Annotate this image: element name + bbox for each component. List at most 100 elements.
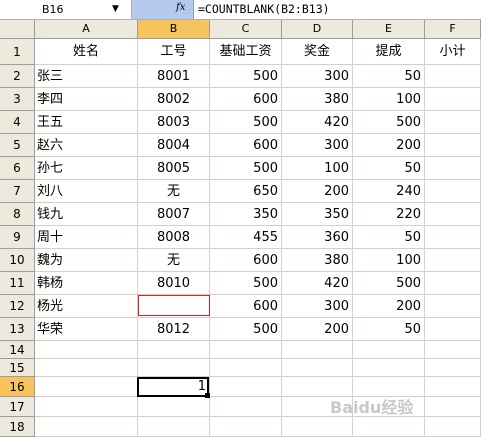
column-header-e[interactable]: E xyxy=(353,20,425,38)
row-header-3[interactable]: 3 xyxy=(0,88,35,111)
cell-a8[interactable]: 钱九 xyxy=(35,203,138,226)
cell-a4[interactable]: 王五 xyxy=(35,111,138,134)
cell-b14[interactable] xyxy=(138,341,210,359)
cell-c1[interactable]: 基础工资 xyxy=(210,39,282,65)
cell-e10[interactable]: 100 xyxy=(353,249,425,272)
cell-f10[interactable] xyxy=(425,249,481,272)
cell-c15[interactable] xyxy=(210,359,282,377)
cell-e18[interactable] xyxy=(353,417,425,437)
cell-e14[interactable] xyxy=(353,341,425,359)
cell-f4[interactable] xyxy=(425,111,481,134)
cell-c8[interactable]: 350 xyxy=(210,203,282,226)
cell-a2[interactable]: 张三 xyxy=(35,65,138,88)
cell-a16[interactable] xyxy=(35,377,138,397)
row-header-7[interactable]: 7 xyxy=(0,180,35,203)
cell-a9[interactable]: 周十 xyxy=(35,226,138,249)
select-all-corner[interactable] xyxy=(0,20,35,38)
row-header-12[interactable]: 12 xyxy=(0,295,35,318)
cell-d1[interactable]: 奖金 xyxy=(282,39,353,65)
cell-d7[interactable]: 200 xyxy=(282,180,353,203)
cell-b6[interactable]: 8005 xyxy=(138,157,210,180)
cell-d15[interactable] xyxy=(282,359,353,377)
cell-c17[interactable] xyxy=(210,397,282,417)
cell-f11[interactable] xyxy=(425,272,481,295)
cell-a14[interactable] xyxy=(35,341,138,359)
name-box[interactable]: B16 ▼ xyxy=(0,0,132,19)
cell-c9[interactable]: 455 xyxy=(210,226,282,249)
row-header-5[interactable]: 5 xyxy=(0,134,35,157)
chevron-down-icon[interactable]: ▼ xyxy=(112,4,119,14)
cell-d8[interactable]: 350 xyxy=(282,203,353,226)
cell-c5[interactable]: 600 xyxy=(210,134,282,157)
cell-a3[interactable]: 李四 xyxy=(35,88,138,111)
cell-f12[interactable] xyxy=(425,295,481,318)
row-header-10[interactable]: 10 xyxy=(0,249,35,272)
cell-f5[interactable] xyxy=(425,134,481,157)
column-header-a[interactable]: A xyxy=(35,20,138,38)
cell-f3[interactable] xyxy=(425,88,481,111)
cell-b5[interactable]: 8004 xyxy=(138,134,210,157)
cell-c18[interactable] xyxy=(210,417,282,437)
cell-b18[interactable] xyxy=(138,417,210,437)
cell-a7[interactable]: 刘八 xyxy=(35,180,138,203)
cell-f7[interactable] xyxy=(425,180,481,203)
cell-c6[interactable]: 500 xyxy=(210,157,282,180)
cell-f18[interactable] xyxy=(425,417,481,437)
cell-d9[interactable]: 360 xyxy=(282,226,353,249)
cell-b17[interactable] xyxy=(138,397,210,417)
cell-e15[interactable] xyxy=(353,359,425,377)
cell-c10[interactable]: 600 xyxy=(210,249,282,272)
cell-c7[interactable]: 650 xyxy=(210,180,282,203)
cell-b15[interactable] xyxy=(138,359,210,377)
row-header-1[interactable]: 1 xyxy=(0,39,35,65)
cell-e6[interactable]: 50 xyxy=(353,157,425,180)
cell-e9[interactable]: 50 xyxy=(353,226,425,249)
cell-b13[interactable]: 8012 xyxy=(138,318,210,341)
cell-f1[interactable]: 小计 xyxy=(425,39,481,65)
cell-b10[interactable]: 无 xyxy=(138,249,210,272)
cell-f6[interactable] xyxy=(425,157,481,180)
column-header-d[interactable]: D xyxy=(282,20,353,38)
cell-d6[interactable]: 100 xyxy=(282,157,353,180)
row-header-13[interactable]: 13 xyxy=(0,318,35,341)
cell-b2[interactable]: 8001 xyxy=(138,65,210,88)
cell-b11[interactable]: 8010 xyxy=(138,272,210,295)
fill-handle[interactable] xyxy=(205,393,210,398)
cell-d3[interactable]: 380 xyxy=(282,88,353,111)
cell-e8[interactable]: 220 xyxy=(353,203,425,226)
cell-e2[interactable]: 50 xyxy=(353,65,425,88)
formula-input[interactable]: =COUNTBLANK(B2:B13) xyxy=(198,2,330,16)
active-cell-selection[interactable] xyxy=(137,377,209,397)
cell-e7[interactable]: 240 xyxy=(353,180,425,203)
cell-c2[interactable]: 500 xyxy=(210,65,282,88)
cell-d5[interactable]: 300 xyxy=(282,134,353,157)
cell-c14[interactable] xyxy=(210,341,282,359)
row-header-15[interactable]: 15 xyxy=(0,359,35,377)
column-header-f[interactable]: F xyxy=(425,20,481,38)
cell-e4[interactable]: 500 xyxy=(353,111,425,134)
row-header-8[interactable]: 8 xyxy=(0,203,35,226)
row-header-6[interactable]: 6 xyxy=(0,157,35,180)
column-header-b[interactable]: B xyxy=(138,20,210,38)
cell-f9[interactable] xyxy=(425,226,481,249)
cell-d12[interactable]: 300 xyxy=(282,295,353,318)
cell-b9[interactable]: 8008 xyxy=(138,226,210,249)
row-header-14[interactable]: 14 xyxy=(0,341,35,359)
cell-b7[interactable]: 无 xyxy=(138,180,210,203)
cell-b1[interactable]: 工号 xyxy=(138,39,210,65)
cell-e12[interactable]: 200 xyxy=(353,295,425,318)
cell-a17[interactable] xyxy=(35,397,138,417)
cell-a1[interactable]: 姓名 xyxy=(35,39,138,65)
cell-d11[interactable]: 420 xyxy=(282,272,353,295)
cell-a12[interactable]: 杨光 xyxy=(35,295,138,318)
cell-d2[interactable]: 300 xyxy=(282,65,353,88)
cell-e1[interactable]: 提成 xyxy=(353,39,425,65)
cell-a5[interactable]: 赵六 xyxy=(35,134,138,157)
cell-f16[interactable] xyxy=(425,377,481,397)
row-header-18[interactable]: 18 xyxy=(0,417,35,437)
cell-d18[interactable] xyxy=(282,417,353,437)
row-header-9[interactable]: 9 xyxy=(0,226,35,249)
row-header-2[interactable]: 2 xyxy=(0,65,35,88)
cell-a18[interactable] xyxy=(35,417,138,437)
cell-a6[interactable]: 孙七 xyxy=(35,157,138,180)
